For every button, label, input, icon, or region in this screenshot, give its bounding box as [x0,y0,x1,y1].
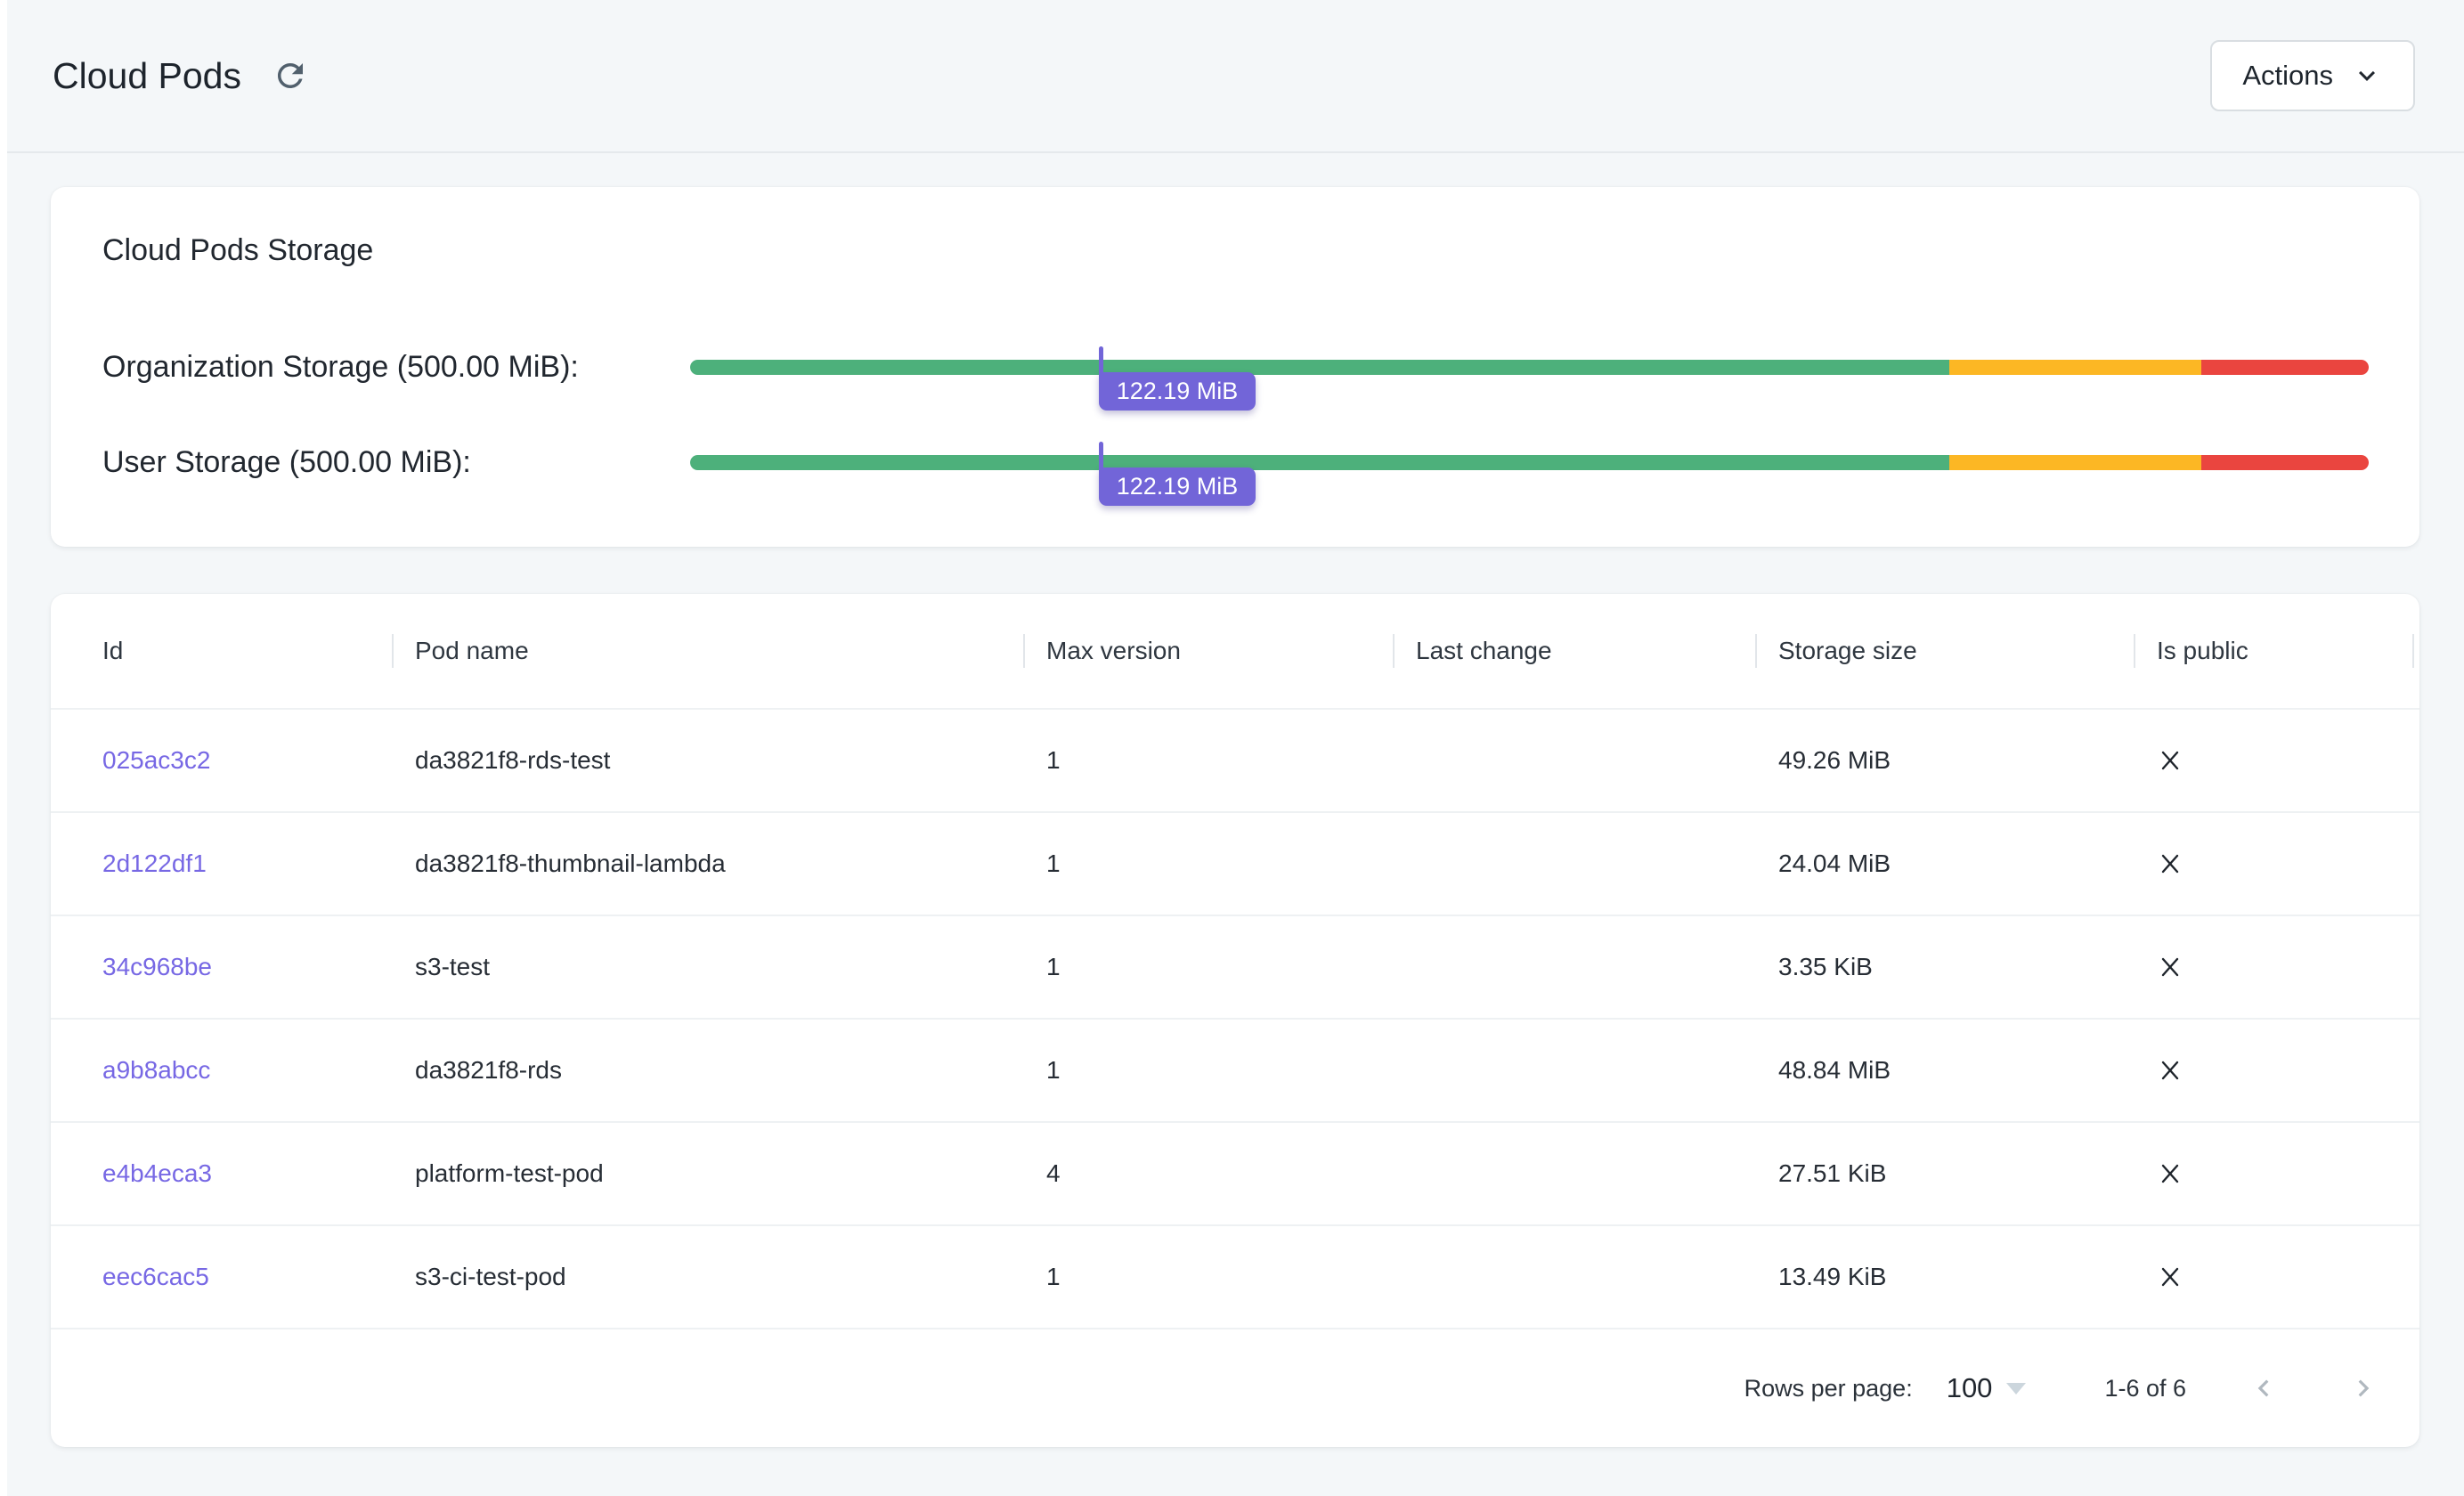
actions-button-label: Actions [2242,60,2333,92]
max-version-cell: 1 [1023,1056,1393,1085]
storage-card: Cloud Pods Storage Organization Storage … [51,187,2419,547]
x-icon [2157,1264,2183,1290]
pod-name-cell: s3-test [392,953,1023,981]
user-storage-label: User Storage (500.00 MiB): [102,445,690,480]
x-icon [2157,850,2183,877]
storage-size-cell: 48.84 MiB [1755,1056,2134,1085]
user-storage-bar: 122.19 MiB [690,455,2369,470]
refresh-button[interactable] [268,53,313,98]
pod-name-cell: platform-test-pod [392,1159,1023,1188]
is-public-cell [2134,1264,2419,1290]
storage-marker-line [1099,346,1103,384]
storage-size-cell: 49.26 MiB [1755,746,2134,775]
organization-storage-label: Organization Storage (500.00 MiB): [102,350,690,385]
pod-id-link[interactable]: 34c968be [102,953,212,980]
pod-name-cell: da3821f8-thumbnail-lambda [392,850,1023,878]
is-public-cell [2134,1160,2419,1187]
storage-card-title: Cloud Pods Storage [102,233,2369,268]
storage-bar-track [690,360,2369,375]
rows-per-page-select[interactable]: 100 [1947,1372,2027,1404]
table-row: a9b8abcc da3821f8-rds 1 48.84 MiB [51,1020,2419,1123]
pod-id-link[interactable]: 025ac3c2 [102,746,210,774]
is-public-cell [2134,954,2419,980]
table-pagination: Rows per page: 100 1-6 of 6 [51,1329,2419,1447]
chevron-left-icon [2247,1371,2281,1405]
rows-per-page-label: Rows per page: [1744,1375,1913,1402]
pod-id-link[interactable]: 2d122df1 [102,850,207,877]
pagination-range-label: 1-6 of 6 [2104,1375,2186,1402]
table-row: 2d122df1 da3821f8-thumbnail-lambda 1 24.… [51,813,2419,916]
dropdown-arrow-icon [2006,1383,2026,1394]
x-icon [2157,747,2183,774]
bar-segment-red [2201,455,2370,470]
storage-size-cell: 13.49 KiB [1755,1263,2134,1291]
max-version-cell: 4 [1023,1159,1393,1188]
main-content: Cloud Pods Storage Organization Storage … [0,187,2464,1447]
window-left-edge [0,0,7,1496]
column-header-last-change[interactable]: Last change [1393,594,1755,708]
column-header-max-version[interactable]: Max version [1023,594,1393,708]
actions-button[interactable]: Actions [2210,40,2415,111]
table-row: eec6cac5 s3-ci-test-pod 1 13.49 KiB [51,1226,2419,1329]
storage-marker-line [1099,442,1103,479]
chevron-down-icon [2351,60,2383,92]
bar-segment-red [2201,360,2370,375]
max-version-cell: 1 [1023,850,1393,878]
storage-usage-tooltip: 122.19 MiB [1099,372,1256,411]
storage-size-cell: 24.04 MiB [1755,850,2134,878]
table-row: e4b4eca3 platform-test-pod 4 27.51 KiB [51,1123,2419,1226]
table-row: 025ac3c2 da3821f8-rds-test 1 49.26 MiB [51,710,2419,813]
pod-id-link[interactable]: e4b4eca3 [102,1159,212,1187]
pagination-next-button[interactable] [2341,1366,2386,1411]
column-header-storage-size[interactable]: Storage size [1755,594,2134,708]
organization-storage-row: Organization Storage (500.00 MiB): 122.1… [102,320,2369,415]
page-title: Cloud Pods [53,55,241,97]
user-storage-row: User Storage (500.00 MiB): 122.19 MiB [102,415,2369,510]
storage-bar-track [690,455,2369,470]
pod-id-link[interactable]: a9b8abcc [102,1056,210,1084]
refresh-icon [272,57,309,94]
column-header-is-public[interactable]: Is public [2134,594,2419,708]
pagination-prev-button[interactable] [2241,1366,2286,1411]
storage-usage-tooltip: 122.19 MiB [1099,467,1256,506]
is-public-cell [2134,850,2419,877]
bar-segment-amber [1949,455,2201,470]
bar-segment-green [690,455,1949,470]
bar-segment-green [690,360,1949,375]
x-icon [2157,1057,2183,1084]
pod-name-cell: da3821f8-rds [392,1056,1023,1085]
page-header: Cloud Pods Actions [0,0,2464,153]
x-icon [2157,1160,2183,1187]
x-icon [2157,954,2183,980]
bar-segment-amber [1949,360,2201,375]
rows-per-page-value: 100 [1947,1372,1993,1404]
pod-name-cell: s3-ci-test-pod [392,1263,1023,1291]
table-row: 34c968be s3-test 1 3.35 KiB [51,916,2419,1020]
pods-table-card: Id Pod name Max version Last change Stor… [51,594,2419,1447]
column-header-pod-name[interactable]: Pod name [392,594,1023,708]
max-version-cell: 1 [1023,746,1393,775]
is-public-cell [2134,1057,2419,1084]
chevron-right-icon [2346,1371,2380,1405]
organization-storage-bar: 122.19 MiB [690,360,2369,375]
is-public-cell [2134,747,2419,774]
column-header-id[interactable]: Id [102,594,392,708]
max-version-cell: 1 [1023,953,1393,981]
table-header-row: Id Pod name Max version Last change Stor… [51,594,2419,710]
max-version-cell: 1 [1023,1263,1393,1291]
storage-size-cell: 3.35 KiB [1755,953,2134,981]
storage-size-cell: 27.51 KiB [1755,1159,2134,1188]
pod-id-link[interactable]: eec6cac5 [102,1263,209,1290]
pod-name-cell: da3821f8-rds-test [392,746,1023,775]
